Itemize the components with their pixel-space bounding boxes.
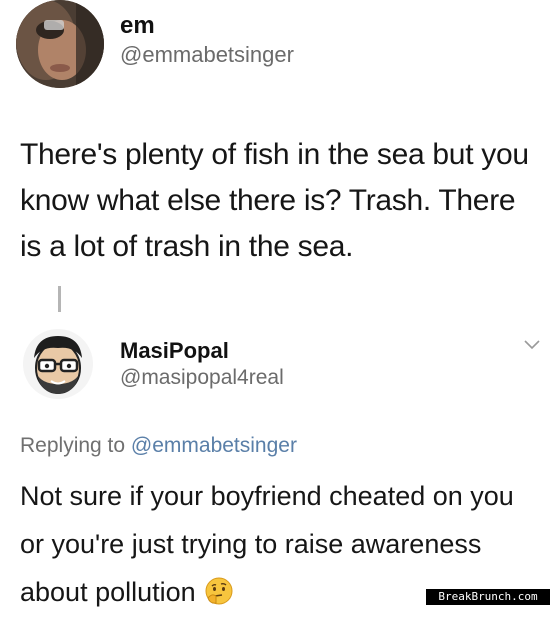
display-name[interactable]: em — [120, 12, 155, 40]
cartoon-avatar-icon — [23, 329, 93, 399]
chevron-down-icon[interactable] — [522, 336, 542, 352]
reply-display-name[interactable]: MasiPopal — [120, 338, 229, 364]
thread-connector-line — [58, 286, 61, 312]
reply-user-handle[interactable]: @masipopal4real — [120, 366, 284, 390]
reply-avatar[interactable] — [22, 328, 94, 400]
user-handle[interactable]: @emmabetsinger — [120, 42, 294, 68]
watermark: BreakBrunch.com — [426, 589, 550, 605]
thinking-face-icon — [204, 573, 234, 605]
avatar[interactable] — [16, 0, 104, 88]
replying-to-mention[interactable]: @emmabetsinger — [131, 434, 297, 457]
profile-photo-icon — [16, 0, 104, 88]
replying-to-label: Replying to — [20, 434, 126, 457]
replying-to-line: Replying to @emmabetsinger — [20, 434, 297, 458]
tweet-text: There's plenty of fish in the sea but yo… — [20, 138, 529, 263]
